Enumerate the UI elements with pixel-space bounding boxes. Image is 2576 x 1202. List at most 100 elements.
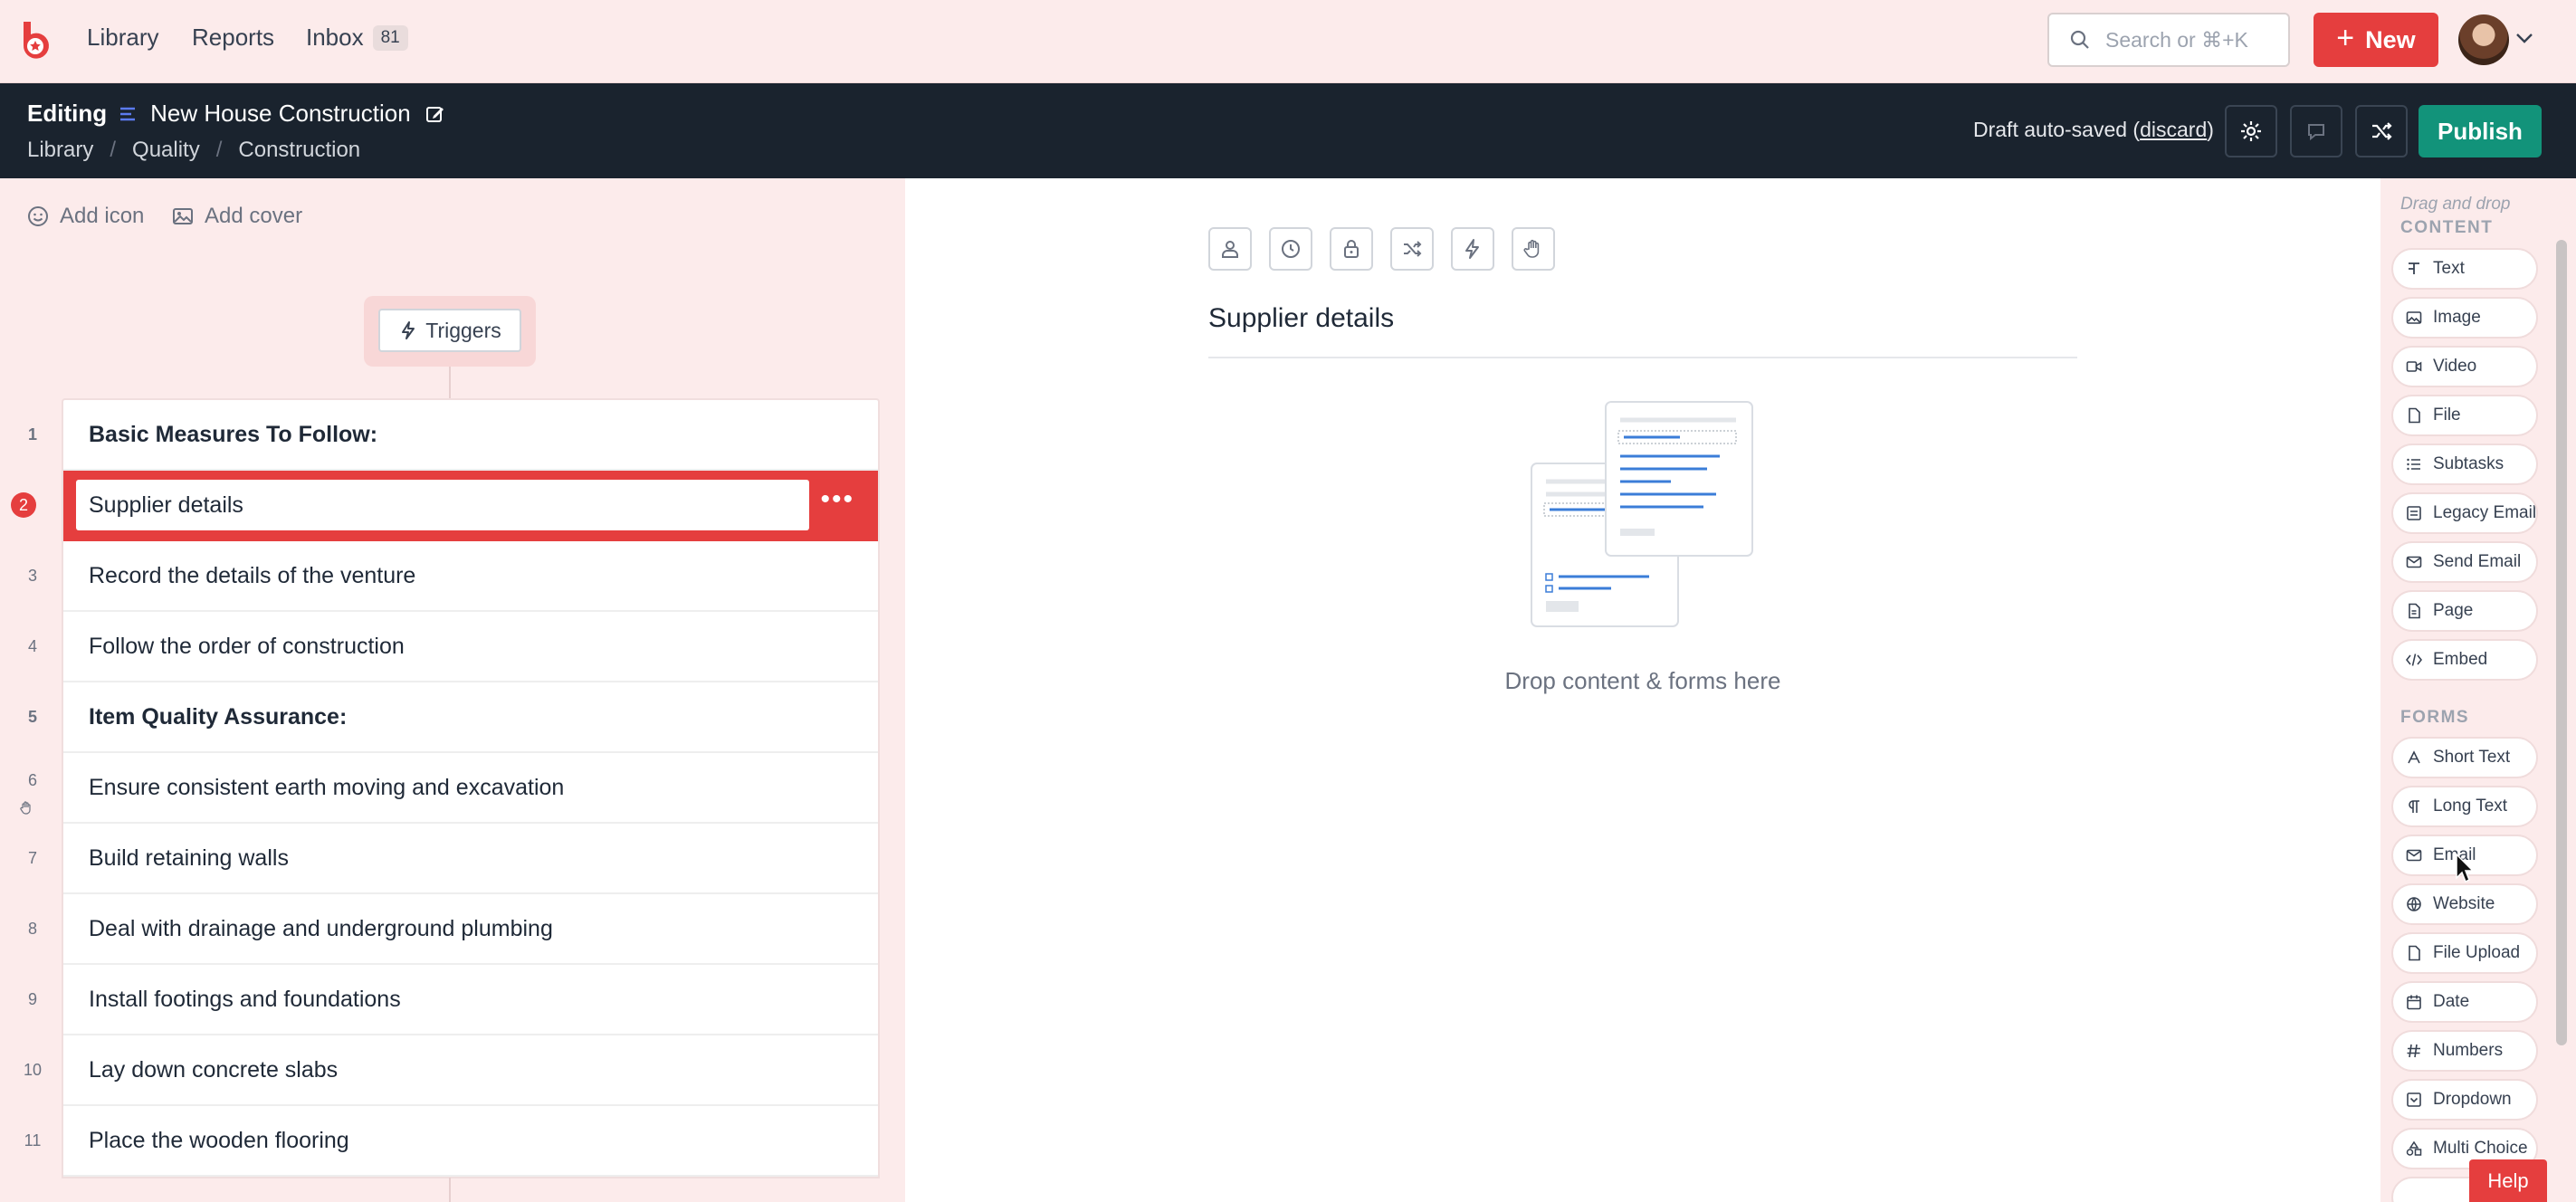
widget-long-text[interactable]: Long Text <box>2391 786 2538 827</box>
comment-icon <box>2308 124 2324 141</box>
drag-handle-icon[interactable] <box>18 800 34 816</box>
drop-zone-text: Drop content & forms here <box>1504 667 1781 694</box>
widget-website[interactable]: Website <box>2391 883 2538 925</box>
conditional-logic-button[interactable] <box>1390 227 1434 271</box>
steps-list: 1 Basic Measures To Follow: 2 Supplier d… <box>11 398 880 1178</box>
widget-legacy-email[interactable]: Legacy Email <box>2391 492 2538 534</box>
avatar[interactable] <box>2458 14 2509 65</box>
step-row[interactable]: 6 Ensure consistent earth moving and exc… <box>20 753 878 824</box>
step-heading[interactable]: Supplier details <box>1208 303 1394 334</box>
step-label: Install footings and foundations <box>89 986 401 1012</box>
widget-label: Short Text <box>2433 748 2511 767</box>
nav-reports-link[interactable]: Reports <box>192 24 274 52</box>
add-cover-button[interactable]: Add cover <box>172 204 302 229</box>
drag-hint: Drag and drop <box>2400 195 2511 214</box>
widget-file[interactable]: File <box>2391 395 2538 436</box>
nav-inbox-link[interactable]: Inbox 81 <box>306 24 408 52</box>
discard-link[interactable]: discard <box>2140 118 2207 141</box>
widget-label: Text <box>2433 259 2465 278</box>
widget-dropdown[interactable]: Dropdown <box>2391 1079 2538 1121</box>
step-number: 3 <box>27 566 37 585</box>
widget-numbers[interactable]: Numbers <box>2391 1030 2538 1072</box>
triggers-label: Triggers <box>425 318 501 342</box>
lightning-icon <box>1465 239 1479 259</box>
calendar-icon <box>2407 995 2421 1010</box>
legacy-email-icon <box>2407 506 2421 520</box>
breadcrumb-library[interactable]: Library <box>27 138 93 163</box>
shapes-icon <box>2406 1140 2422 1156</box>
automations-button[interactable] <box>1451 227 1494 271</box>
workflow-title[interactable]: New House Construction <box>150 100 411 128</box>
stop-task-button[interactable] <box>1512 227 1555 271</box>
widget-short-text[interactable]: Short Text <box>2391 737 2538 778</box>
widget-date[interactable]: Date <box>2391 981 2538 1023</box>
widget-image[interactable]: Image <box>2391 297 2538 339</box>
step-title-input[interactable]: Supplier details <box>76 480 809 530</box>
help-button[interactable]: Help <box>2469 1159 2547 1202</box>
paragraph-icon <box>2409 800 2419 813</box>
widget-subtasks[interactable]: Subtasks <box>2391 444 2538 485</box>
new-button[interactable]: + New <box>2314 13 2438 67</box>
hand-icon <box>1523 239 1540 258</box>
step-number: 8 <box>27 919 37 938</box>
step-row[interactable]: 9 Install footings and foundations <box>28 965 878 1035</box>
widget-send-email[interactable]: Send Email <box>2391 541 2538 583</box>
lock-icon <box>1344 240 1359 258</box>
assign-button[interactable] <box>1208 227 1252 271</box>
file-icon <box>2409 945 2420 961</box>
step-number: 6 <box>27 771 37 789</box>
envelope-icon <box>2406 556 2422 568</box>
widget-label: Numbers <box>2433 1041 2504 1060</box>
widget-file-upload[interactable]: File Upload <box>2391 932 2538 974</box>
step-row-active[interactable]: 2 Supplier details ••• <box>11 471 878 541</box>
workflow-title-row: Editing New House Construction <box>27 100 445 128</box>
nav-library-link[interactable]: Library <box>87 24 158 52</box>
settings-button[interactable] <box>2225 105 2277 157</box>
nav-inbox-label: Inbox <box>306 24 364 51</box>
add-icon-button[interactable]: Add icon <box>27 204 144 229</box>
step-row[interactable]: 5 Item Quality Assurance: <box>28 682 878 753</box>
step-more-icon[interactable]: ••• <box>820 486 854 513</box>
editing-mode-label: Editing <box>27 100 108 127</box>
heading-divider <box>1208 357 2077 358</box>
widget-label: Subtasks <box>2433 454 2504 473</box>
widget-label: Image <box>2433 308 2481 327</box>
workflow-icon <box>120 107 136 120</box>
publish-button[interactable]: Publish <box>2419 105 2542 157</box>
gear-icon <box>2241 121 2261 141</box>
widget-label: File Upload <box>2433 943 2521 962</box>
widget-page[interactable]: Page <box>2391 590 2538 632</box>
breadcrumb-quality[interactable]: Quality <box>132 138 200 163</box>
widget-embed[interactable]: Embed <box>2391 639 2538 681</box>
widget-video[interactable]: Video <box>2391 346 2538 387</box>
list-icon <box>2407 458 2420 471</box>
logic-button[interactable] <box>2355 105 2408 157</box>
app-logo[interactable] <box>13 18 56 62</box>
step-row[interactable]: 1 Basic Measures To Follow: <box>28 400 878 471</box>
step-row[interactable]: 8 Deal with drainage and underground plu… <box>28 894 878 965</box>
step-number: 9 <box>27 989 37 1008</box>
step-row[interactable]: 4 Follow the order of construction <box>28 612 878 682</box>
triggers-button[interactable]: Triggers <box>378 309 521 352</box>
search-input[interactable]: Search or ⌘+K <box>2047 13 2290 67</box>
widget-label: Legacy Email <box>2433 503 2537 522</box>
draft-status: Draft auto-saved (discard) <box>1973 118 2214 142</box>
widget-label: Page <box>2433 601 2474 620</box>
breadcrumb-construction[interactable]: Construction <box>238 138 360 163</box>
chevron-down-icon[interactable] <box>2514 31 2534 45</box>
plus-icon: + <box>2336 20 2355 55</box>
step-row[interactable]: 3 Record the details of the venture <box>28 541 878 612</box>
step-row[interactable]: 11 Place the wooden flooring <box>24 1106 878 1177</box>
step-row[interactable]: 7 Build retaining walls <box>28 824 878 894</box>
comments-button[interactable] <box>2290 105 2342 157</box>
step-label: Follow the order of construction <box>89 633 405 659</box>
image-icon <box>173 208 193 224</box>
step-label: Lay down concrete slabs <box>89 1056 339 1083</box>
edit-title-icon[interactable] <box>425 104 445 124</box>
globe-icon <box>2407 897 2421 911</box>
step-row[interactable]: 10 Lay down concrete slabs <box>24 1035 878 1106</box>
permissions-button[interactable] <box>1330 227 1373 271</box>
due-date-button[interactable] <box>1269 227 1312 271</box>
widget-text[interactable]: Text <box>2391 248 2538 290</box>
palette-scrollbar[interactable] <box>2556 240 2567 1045</box>
